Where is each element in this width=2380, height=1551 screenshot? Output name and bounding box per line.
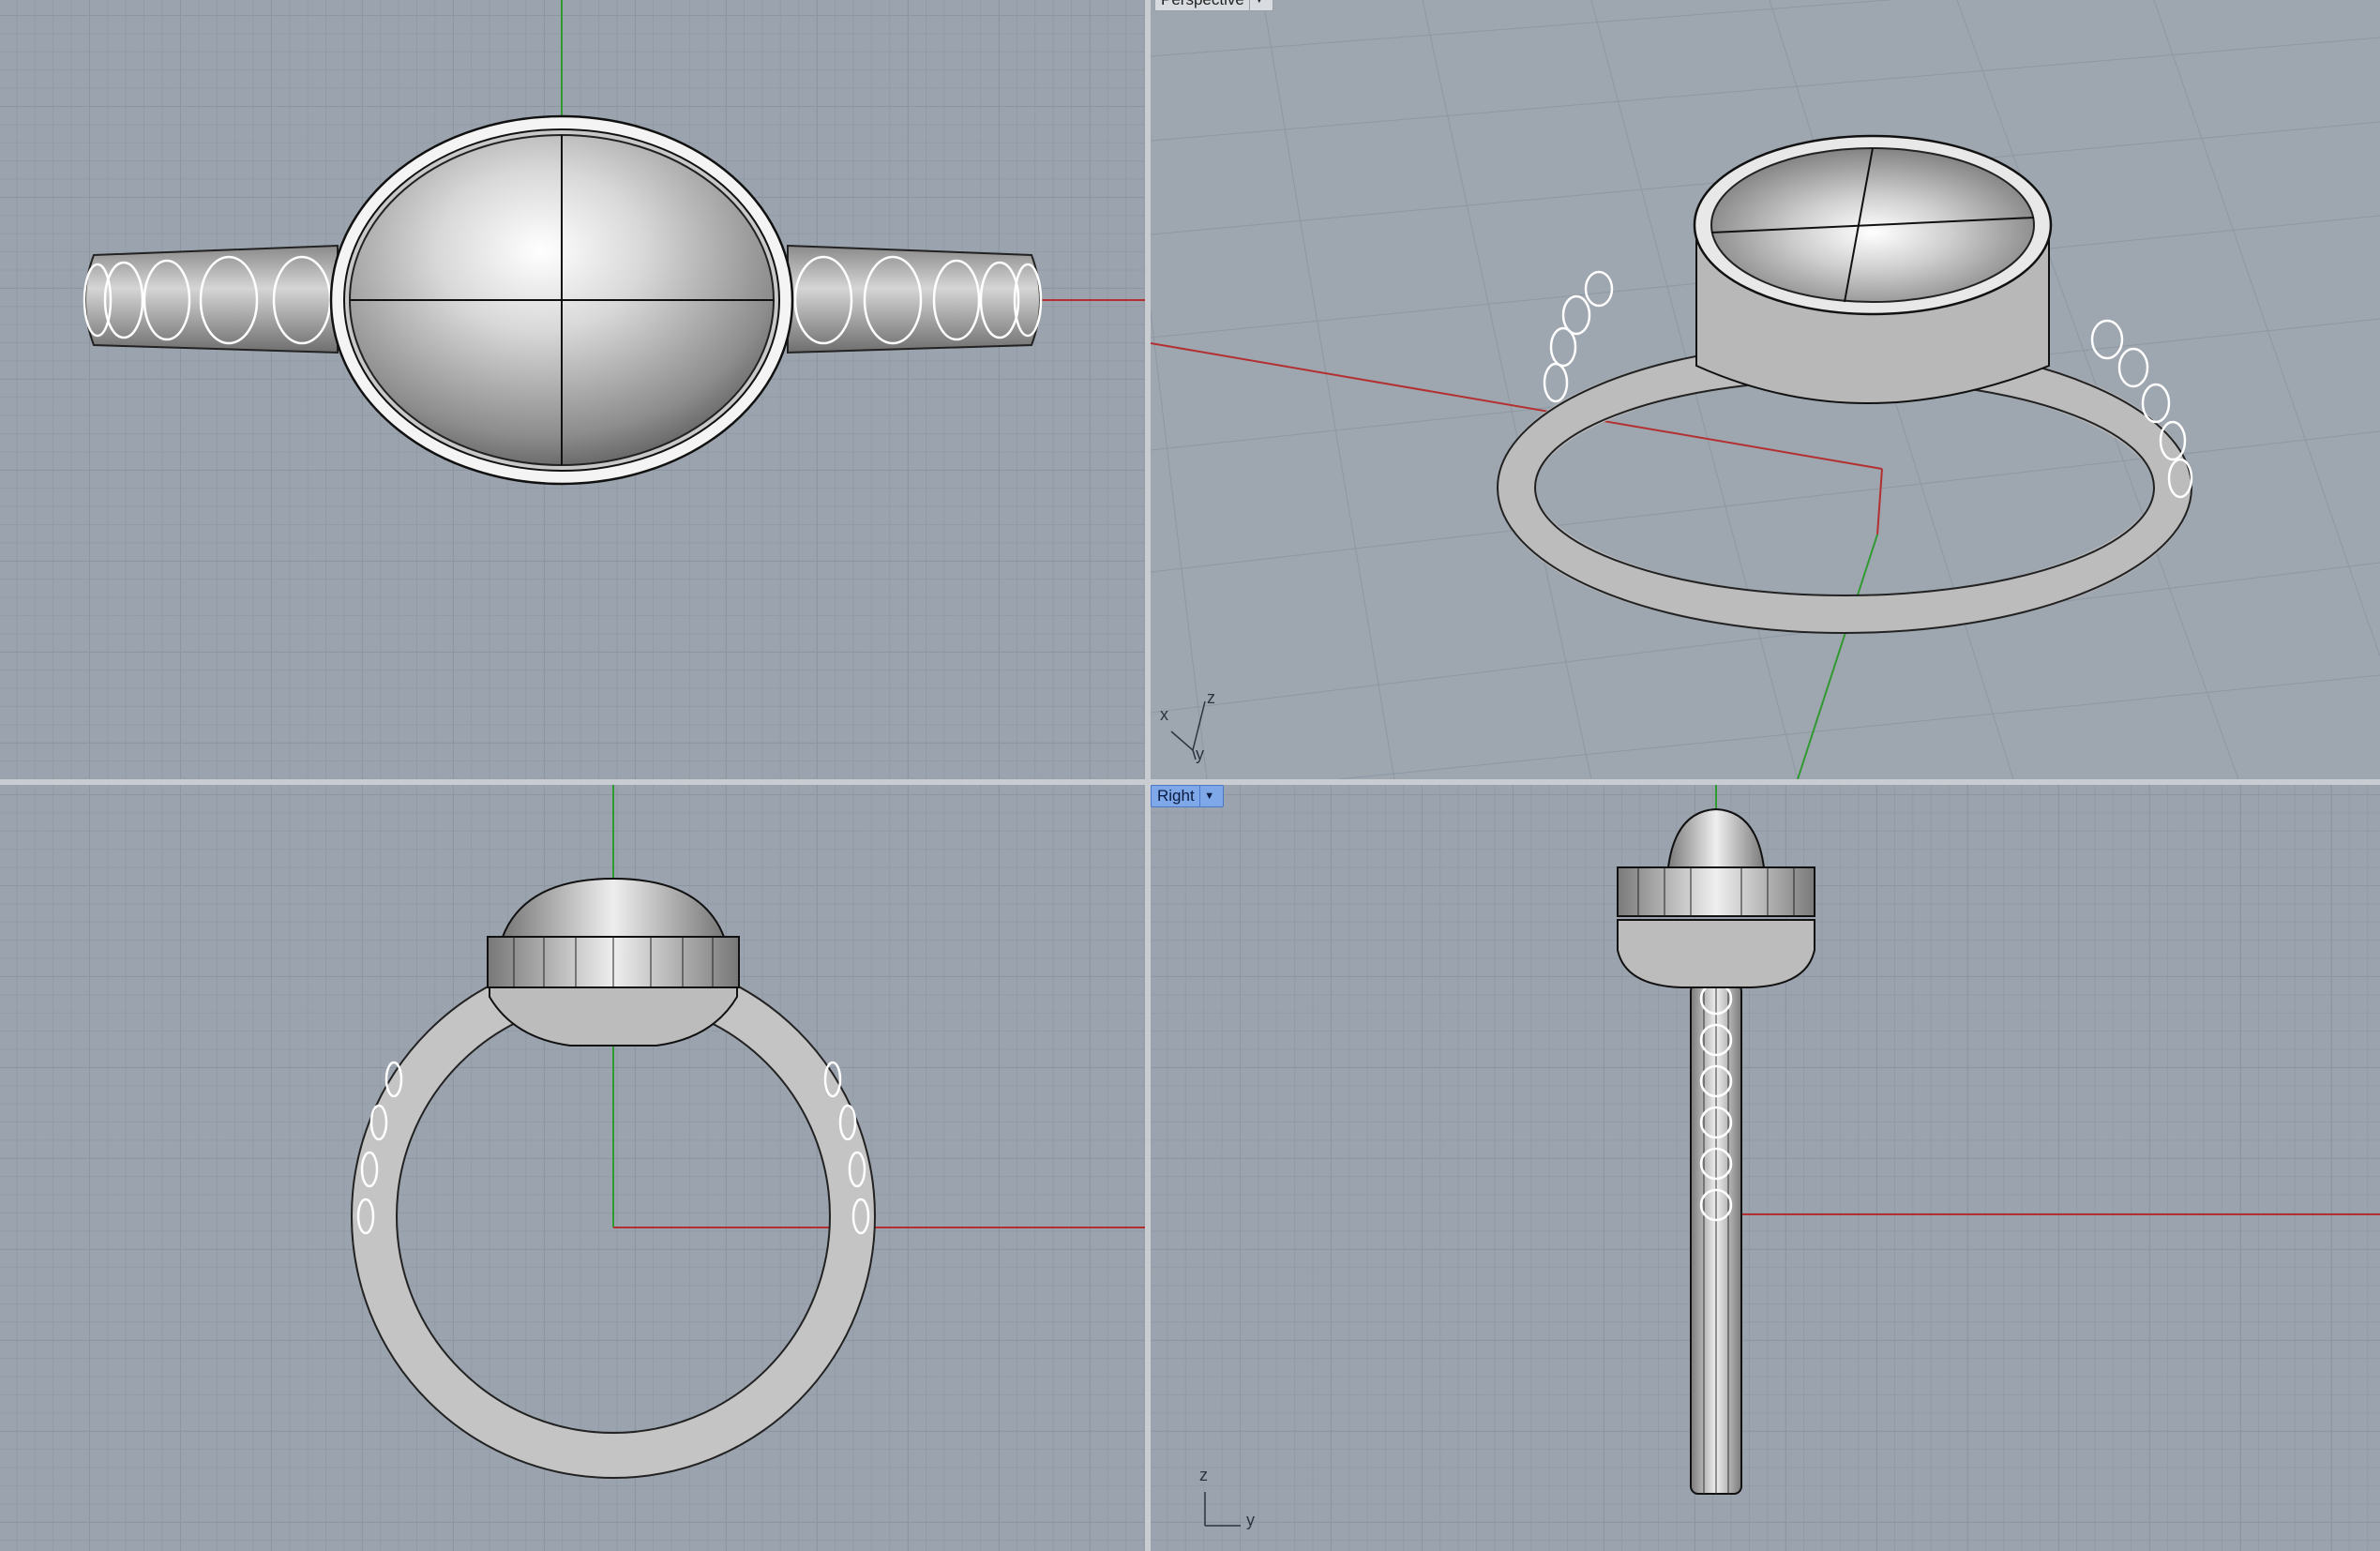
axis-label-y: y — [1246, 1511, 1255, 1529]
y-axis-line — [1797, 534, 1878, 779]
caret-down-icon[interactable]: ▼ — [1248, 0, 1269, 10]
perspective-view-canvas — [1151, 0, 2380, 779]
viewport-label-right[interactable]: Right ▼ — [1151, 785, 1224, 807]
right-view-canvas — [1204, 785, 2380, 1527]
viewport-perspective[interactable]: Perspective ▼ x z y — [1151, 0, 2380, 779]
axis-label-y: y — [1196, 745, 1204, 763]
axis-label-z: z — [1207, 688, 1215, 707]
caret-down-icon[interactable]: ▼ — [1198, 786, 1219, 806]
viewport-front[interactable] — [0, 785, 1145, 1551]
viewport-label-perspective[interactable]: Perspective ▼ — [1154, 0, 1273, 11]
axis-label-x: x — [1160, 705, 1168, 724]
front-view-canvas — [351, 785, 1145, 1479]
top-view-canvas — [83, 0, 1145, 486]
axis-label-z: z — [1199, 1466, 1208, 1484]
viewport-top[interactable] — [0, 0, 1145, 779]
viewport-right[interactable]: Right ▼ z y — [1151, 785, 2380, 1551]
